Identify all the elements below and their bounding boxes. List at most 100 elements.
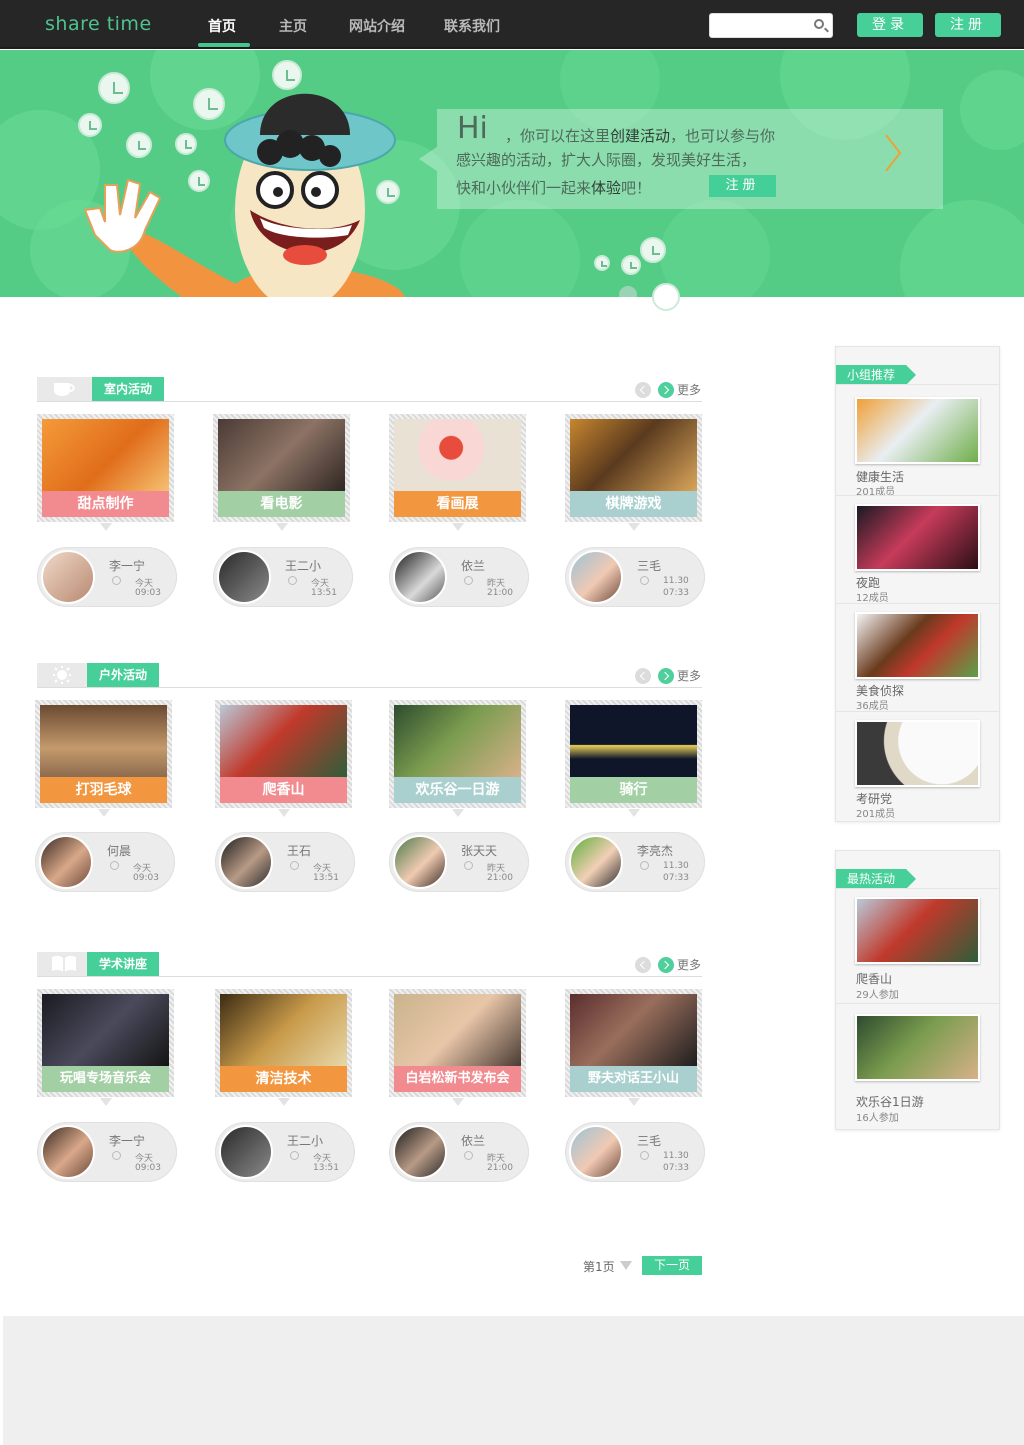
sidebar-title: 小组推荐 — [836, 365, 917, 385]
activity-card[interactable]: 甜点制作 — [37, 414, 174, 531]
top-navbar: share time 首页 主页 网站介绍 联系我们 登录 注册 — [0, 0, 1024, 49]
participant-pill[interactable]: 王二小 今天 13:51 — [215, 1122, 355, 1182]
participant-pill[interactable]: 何晨 今天 09:03 — [35, 832, 175, 892]
participant-time: 07:33 — [663, 873, 689, 883]
activity-label: 看画展 — [394, 491, 521, 531]
hot-activity-name: 欢乐谷1日游 — [856, 1095, 924, 1109]
prev-arrow-icon[interactable] — [635, 957, 651, 973]
sidebar-title: 最热活动 — [836, 869, 917, 889]
activity-card[interactable]: 玩唱专场音乐会 — [37, 989, 174, 1106]
activity-card[interactable]: 野夫对话王小山 — [565, 989, 702, 1106]
nav-main[interactable]: 主页 — [279, 16, 307, 36]
activity-card[interactable]: 看电影 — [213, 414, 350, 531]
activity-card[interactable]: 棋牌游戏 — [565, 414, 702, 531]
site-logo[interactable]: share time — [45, 13, 152, 35]
activity-label: 棋牌游戏 — [570, 491, 697, 531]
activity-card[interactable]: 清洁技术 — [215, 989, 352, 1106]
participant-name: 三毛 — [637, 559, 662, 573]
activity-card[interactable]: 骑行 — [565, 700, 702, 817]
sidebar-hot-activities: 最热活动 爬香山 29人参加 欢乐谷1日游 16人参加 — [835, 850, 1000, 1130]
activity-card[interactable]: 看画展 — [389, 414, 526, 531]
hero-register-button[interactable]: 注册 — [709, 175, 776, 197]
participant-pill[interactable]: 依兰 昨天 21:00 — [389, 1122, 529, 1182]
hot-activity-item[interactable]: 欢乐谷1日游 16人参加 — [836, 1003, 999, 1129]
next-arrow-icon[interactable] — [658, 382, 674, 398]
section-indoor-header: 室内活动 更多 — [37, 377, 702, 405]
clock-icon — [288, 576, 297, 585]
group-item[interactable]: 美食侦探 36成员 — [836, 603, 999, 712]
participant-name: 依兰 — [461, 1134, 486, 1148]
clock-icon — [640, 861, 649, 870]
current-page: 第1页 — [583, 1260, 615, 1274]
clock-icon — [640, 576, 649, 585]
activity-photo — [220, 705, 347, 777]
participant-pill[interactable]: 李一宁 今天 09:03 — [37, 1122, 177, 1182]
next-page-button[interactable]: 下一页 — [642, 1256, 702, 1275]
login-button[interactable]: 登录 — [857, 13, 923, 37]
activity-photo — [394, 705, 521, 777]
group-item[interactable]: 健康生活 201成员 — [836, 384, 999, 498]
activity-photo — [218, 419, 345, 491]
register-button[interactable]: 注册 — [935, 13, 1001, 37]
participant-name: 张天天 — [461, 844, 498, 858]
more-link[interactable]: 更多 — [677, 667, 701, 684]
book-icon — [37, 952, 87, 976]
avatar — [393, 550, 447, 604]
page-dropdown-icon[interactable] — [620, 1261, 632, 1270]
group-members: 12成员 — [856, 593, 889, 604]
activity-label: 看电影 — [218, 491, 345, 531]
next-arrow-icon[interactable] — [658, 957, 674, 973]
activity-card[interactable]: 爬香山 — [215, 700, 352, 817]
activity-label: 欢乐谷一日游 — [394, 777, 521, 817]
participant-pill[interactable]: 三毛 11.30 07:33 — [565, 547, 705, 607]
group-item[interactable]: 考研党 201成员 — [836, 711, 999, 821]
avatar — [217, 550, 271, 604]
hero-text-line1: ，你可以在这里创建活动，也可以参与你 — [505, 127, 776, 145]
prev-arrow-icon[interactable] — [635, 382, 651, 398]
participant-pill[interactable]: 三毛 11.30 07:33 — [565, 1122, 705, 1182]
carousel-dot[interactable] — [619, 286, 637, 297]
participant-time: 07:33 — [663, 1163, 689, 1173]
activity-card[interactable]: 白岩松新书发布会 — [389, 989, 526, 1106]
carousel-dot-clock[interactable] — [652, 283, 680, 311]
group-members: 36成员 — [856, 701, 889, 712]
participant-pill[interactable]: 王石 今天 13:51 — [215, 832, 355, 892]
participant-time: 09:03 — [133, 873, 159, 883]
search-input[interactable] — [716, 14, 816, 36]
participant-pill[interactable]: 张天天 昨天 21:00 — [389, 832, 529, 892]
nav-about[interactable]: 网站介绍 — [349, 16, 405, 36]
avatar — [393, 835, 447, 889]
activity-card[interactable]: 欢乐谷一日游 — [389, 700, 526, 817]
chevron-right-icon[interactable] — [883, 133, 903, 173]
clock-icon — [464, 861, 473, 870]
section-title: 室内活动 — [92, 377, 165, 401]
participant-pill[interactable]: 依兰 昨天 21:00 — [389, 547, 529, 607]
clock-icon — [112, 576, 121, 585]
participant-pill[interactable]: 李亮杰 11.30 07:33 — [565, 832, 705, 892]
avatar — [41, 1125, 95, 1179]
clock-icon — [640, 1151, 649, 1160]
next-arrow-icon[interactable] — [658, 668, 674, 684]
clock-icon — [290, 1151, 299, 1160]
participant-pill[interactable]: 王二小 今天 13:51 — [213, 547, 353, 607]
hot-activity-item[interactable]: 爬香山 29人参加 — [836, 888, 999, 1003]
activity-photo — [394, 419, 521, 491]
prev-arrow-icon[interactable] — [635, 668, 651, 684]
clock-icon — [110, 861, 119, 870]
activity-label: 打羽毛球 — [40, 777, 167, 817]
more-link[interactable]: 更多 — [677, 381, 701, 398]
more-link[interactable]: 更多 — [677, 956, 701, 973]
activity-photo — [40, 705, 167, 777]
search-icon[interactable] — [814, 19, 824, 29]
activity-photo — [42, 419, 169, 491]
activity-label: 爬香山 — [220, 777, 347, 817]
activity-card[interactable]: 打羽毛球 — [35, 700, 172, 817]
nav-home[interactable]: 首页 — [208, 16, 236, 36]
hero-text-line3: 快和小伙伴们一起来体验吧！ — [456, 179, 652, 197]
hot-activity-photo — [855, 897, 980, 964]
group-item[interactable]: 夜跑 12成员 — [836, 495, 999, 604]
sidebar-group-recommend: 小组推荐 健康生活 201成员 夜跑 12成员 美食侦探 36成员 考研党 20… — [835, 346, 1000, 822]
participant-pill[interactable]: 李一宁 今天 09:03 — [37, 547, 177, 607]
avatar — [569, 835, 623, 889]
nav-contact[interactable]: 联系我们 — [444, 16, 500, 36]
